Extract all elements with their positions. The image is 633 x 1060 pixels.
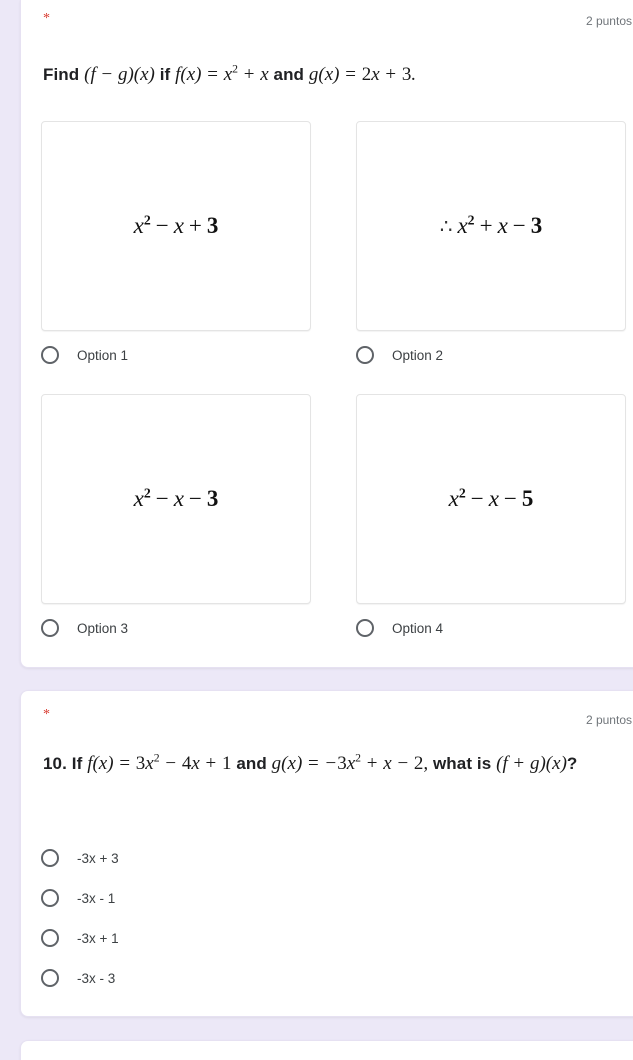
option-image-1[interactable]: x2− x +3	[41, 121, 311, 331]
required-asterisk-10: *	[43, 707, 50, 722]
q9-math-3: g(x) = 2x + 3.	[308, 64, 417, 85]
radio-button-option-2[interactable]	[356, 346, 374, 364]
o2-term3: 3	[530, 213, 543, 238]
radio-label-choice-3: -3x + 1	[77, 930, 119, 946]
option-image-3-expression: x2− x −3	[134, 486, 219, 512]
o2-base: x	[457, 213, 468, 238]
radio-button-choice-4[interactable]	[41, 969, 59, 987]
points-label-10: 2 puntos	[585, 713, 632, 727]
o4-op2: −	[503, 486, 517, 511]
option-image-3[interactable]: x2− x −3	[41, 394, 311, 604]
o3-op1: −	[155, 486, 169, 511]
q9-math-2: f(x) = x2 + x	[175, 62, 269, 85]
q10-word-and: and	[236, 754, 267, 773]
q9-math-1: (f − g)(x)	[84, 64, 155, 85]
q10-number: 10.	[43, 754, 67, 773]
o3-base: x	[133, 486, 144, 511]
q10-word-whatis: what is	[432, 754, 492, 773]
radio-label-choice-4: -3x - 3	[77, 970, 116, 986]
o3-term3: 3	[206, 486, 219, 511]
q10-question-mark: ?	[566, 754, 578, 773]
radio-label-option-2: Option 2	[392, 347, 444, 363]
form-page: * 2 puntos Find (f − g)(x) if f(x) = x2 …	[0, 0, 633, 1060]
o1-op2: +	[188, 213, 202, 238]
q10-word-if: If	[71, 754, 83, 773]
q9-word-if: if	[159, 65, 171, 84]
radio-button-option-1[interactable]	[41, 346, 59, 364]
radio-label-option-1: Option 1	[77, 347, 129, 363]
question-card-9: * 2 puntos Find (f − g)(x) if f(x) = x2 …	[20, 0, 633, 668]
option-image-4[interactable]: x2− x −5	[356, 394, 626, 604]
o4-term2: x	[488, 486, 499, 511]
radio-row-option-2[interactable]: Option 2	[356, 345, 443, 365]
radio-label-option-4: Option 4	[392, 620, 444, 636]
o3-exp: 2	[143, 485, 151, 501]
o2-term2: x	[497, 213, 508, 238]
o4-base: x	[448, 486, 459, 511]
radio-button-option-4[interactable]	[356, 619, 374, 637]
radio-button-option-3[interactable]	[41, 619, 59, 637]
q10-math-3: (f + g)(x)	[496, 753, 567, 774]
option-image-2-expression: ∴ x2 + x −3	[440, 213, 543, 239]
o1-op1: −	[155, 213, 169, 238]
radio-row-option-3[interactable]: Option 3	[41, 618, 128, 638]
radio-label-option-3: Option 3	[77, 620, 129, 636]
o2-exp: 2	[467, 212, 475, 228]
o3-op2: −	[188, 486, 202, 511]
q10-math-2: g(x) = −3x2 + x − 2,	[271, 751, 429, 774]
radio-row-choice-3[interactable]: -3x + 1	[41, 928, 119, 948]
radio-row-choice-1[interactable]: -3x + 3	[41, 848, 119, 868]
option-image-1-expression: x2− x +3	[134, 213, 219, 239]
radio-label-choice-2: -3x - 1	[77, 890, 116, 906]
next-question-card	[20, 1040, 633, 1060]
radio-row-option-1[interactable]: Option 1	[41, 345, 128, 365]
radio-button-choice-2[interactable]	[41, 889, 59, 907]
option-image-4-expression: x2− x −5	[449, 486, 534, 512]
o1-term2: x	[173, 213, 184, 238]
o2-op1: +	[479, 213, 493, 238]
option-image-2[interactable]: ∴ x2 + x −3	[356, 121, 626, 331]
q9-word-and: and	[273, 65, 305, 84]
question-title-10: 10. If f(x) = 3x2 − 4x + 1 and g(x) = −3…	[43, 749, 628, 779]
o4-op1: −	[470, 486, 484, 511]
radio-row-choice-4[interactable]: -3x - 3	[41, 968, 115, 988]
question-card-10: * 2 puntos 10. If f(x) = 3x2 − 4x + 1 an…	[20, 690, 633, 1017]
o2-op2: −	[512, 213, 526, 238]
o1-base: x	[133, 213, 144, 238]
radio-button-choice-1[interactable]	[41, 849, 59, 867]
radio-row-option-4[interactable]: Option 4	[356, 618, 443, 638]
o4-term3: 5	[521, 486, 534, 511]
radio-label-choice-1: -3x + 3	[77, 850, 119, 866]
radio-button-choice-3[interactable]	[41, 929, 59, 947]
o4-exp: 2	[458, 485, 466, 501]
q10-math-1: f(x) = 3x2 − 4x + 1	[87, 751, 232, 774]
o3-term2: x	[173, 486, 184, 511]
radio-row-choice-2[interactable]: -3x - 1	[41, 888, 115, 908]
q9-word-find: Find	[43, 65, 80, 84]
therefore-icon: ∴	[439, 216, 453, 238]
question-title-9: Find (f − g)(x) if f(x) = x2 + x and g(x…	[43, 60, 628, 90]
points-label: 2 puntos	[585, 14, 632, 28]
o1-exp: 2	[143, 212, 151, 228]
required-asterisk: *	[43, 11, 50, 26]
o1-term3: 3	[206, 213, 219, 238]
